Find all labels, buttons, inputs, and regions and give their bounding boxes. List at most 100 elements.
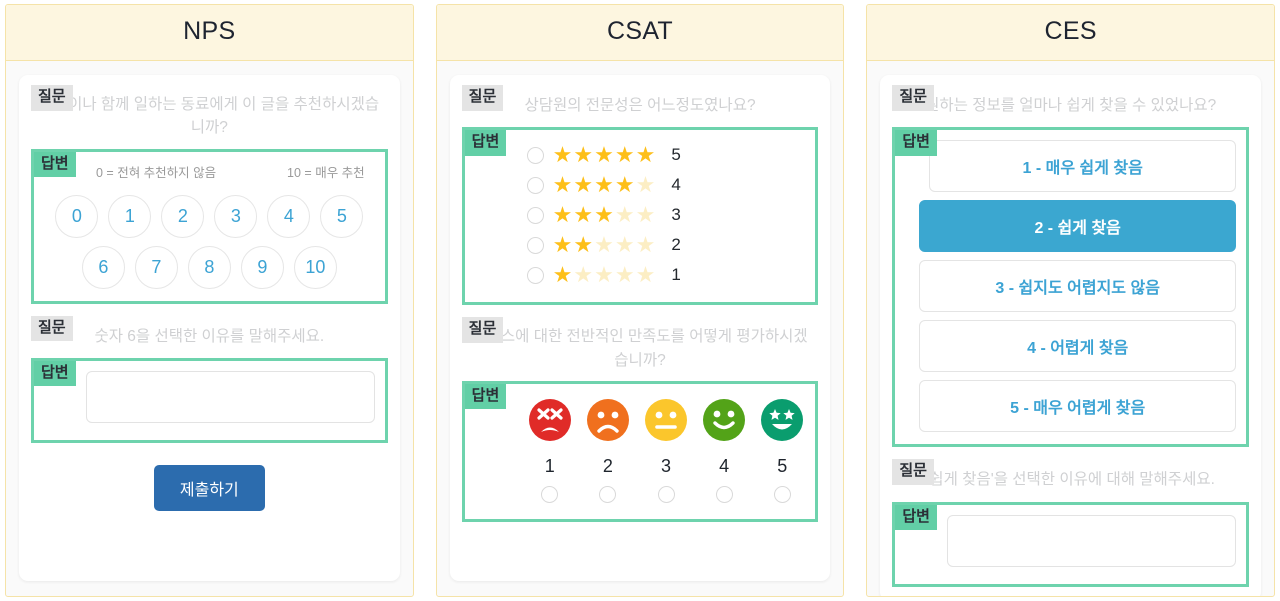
star-icon: ★ [552, 262, 573, 288]
emoji-option[interactable]: 3 [643, 398, 689, 503]
question-block-nps-2: 질문 숫자 6을 선택한 이유를 말해주세요. [31, 315, 388, 358]
star-icon: ★ [552, 202, 573, 228]
answer-badge: 답변 [895, 504, 937, 530]
nps-option-4[interactable]: 4 [267, 194, 311, 238]
radio-button[interactable] [773, 485, 791, 503]
nps-option-0[interactable]: 0 [55, 194, 99, 238]
star-icon: ★ [573, 262, 594, 288]
star-rating-row[interactable]: ★ ★ ★ ★ ★ 1 [526, 260, 806, 290]
star-icon: ★ [614, 172, 635, 198]
emoji-row: 1 2 3 4 5 [527, 398, 806, 503]
nps-option-9[interactable]: 9 [240, 245, 284, 289]
nps-option-10[interactable]: 10 [293, 245, 337, 289]
star-icon: ★ [635, 262, 656, 288]
question-block-csat-2: 질문 서비스에 대한 전반적인 만족도를 어떻게 평가하시겠습니까? [461, 317, 819, 381]
question-badge: 질문 [461, 317, 504, 343]
answer-block-ces-1: 답변 1 - 매우 쉽게 찾음 2 - 쉽게 찾음 3 - 쉽지도 어렵지도 않음 4… [892, 127, 1250, 448]
star-rating-row[interactable]: ★ ★ ★ ★ ★ 5 [526, 140, 806, 170]
nps-option-1[interactable]: 1 [108, 194, 152, 238]
star-rating-value: 3 [671, 205, 681, 225]
star-rating-row[interactable]: ★ ★ ★ ★ ★ 3 [526, 200, 806, 230]
panel-spacer [462, 522, 819, 567]
answer-block-nps-1: 답변 0 = 전혀 추천하지 않음 10 = 매우 추천 0 1 2 3 4 5… [31, 148, 388, 304]
survey-card-csat: CSAT 질문 상담원의 전문성은 어느정도였나요? 답변 ★ ★ ★ ★ ★ 5 ★ ★ ★ ★… [435, 4, 845, 597]
answer-badge: 답변 [34, 151, 76, 177]
star-icon: ★ [635, 172, 656, 198]
unhappy-face-icon[interactable] [586, 398, 630, 447]
card-body-csat: 질문 상담원의 전문성은 어느정도였나요? 답변 ★ ★ ★ ★ ★ 5 ★ ★ ★ ★ ★ 4 ★ ★ ★… [437, 61, 844, 596]
answer-badge: 답변 [464, 130, 507, 156]
radio-button[interactable] [541, 485, 559, 503]
panel-ces: 질문 원하는 정보를 얼마나 쉽게 찾을 수 있었나요? 답변 1 - 매우 쉽… [880, 75, 1262, 596]
question-text-csat-2: 서비스에 대한 전반적인 만족도를 어떻게 평가하시겠습니까? [472, 328, 808, 369]
radio-button[interactable] [715, 485, 733, 503]
ces-reason-textarea[interactable] [947, 514, 1237, 567]
ces-option-5[interactable]: 5 - 매우 어렵게 찾음 [919, 380, 1237, 433]
radio-button[interactable] [526, 176, 544, 194]
nps-option-8[interactable]: 8 [187, 245, 231, 289]
question-badge: 질문 [31, 85, 73, 111]
card-header-nps: NPS [6, 5, 413, 61]
star-rating-value: 1 [671, 265, 681, 285]
ces-option-1[interactable]: 1 - 매우 쉽게 찾음 [929, 140, 1237, 193]
radio-button[interactable] [526, 206, 544, 224]
happy-face-icon[interactable] [702, 398, 746, 442]
answer-block-ces-2: 답변 [892, 501, 1250, 587]
emoji-option[interactable]: 1 [527, 398, 573, 503]
star-icon: ★ [614, 142, 635, 168]
star-struck-face-icon[interactable] [760, 398, 804, 447]
nps-reason-textarea[interactable] [86, 370, 375, 423]
very-unhappy-face-icon[interactable] [528, 398, 572, 447]
star-icon: ★ [552, 172, 573, 198]
emoji-option[interactable]: 5 [759, 398, 805, 503]
star-icon: ★ [635, 232, 656, 258]
nps-scale-labels: 0 = 전혀 추천하지 않음 10 = 매우 추천 [44, 162, 375, 187]
answer-block-csat-2: 답변 1 2 3 4 5 [461, 380, 819, 522]
star-icon: ★ [635, 202, 656, 228]
radio-button[interactable] [526, 236, 544, 254]
star-icon: ★ [614, 262, 635, 288]
unhappy-face-icon[interactable] [586, 398, 630, 442]
emoji-option[interactable]: 2 [585, 398, 631, 503]
nps-scale-right-label: 10 = 매우 추천 [287, 165, 365, 180]
emoji-option-number: 2 [602, 455, 613, 476]
page-title-ces: CES [1044, 17, 1097, 45]
nps-option-2[interactable]: 2 [161, 194, 205, 238]
radio-button[interactable] [526, 266, 544, 284]
neutral-face-icon[interactable] [644, 398, 688, 442]
ces-option-list: 1 - 매우 쉽게 찾음 2 - 쉽게 찾음 3 - 쉽지도 어렵지도 않음 4 - … [905, 140, 1237, 433]
radio-button[interactable] [599, 485, 617, 503]
nps-option-7[interactable]: 7 [134, 245, 178, 289]
question-text-nps-2: 숫자 6을 선택한 이유를 말해주세요. [94, 327, 325, 345]
radio-button[interactable] [657, 485, 675, 503]
card-header-ces: CES [867, 5, 1275, 61]
star-rating-row[interactable]: ★ ★ ★ ★ ★ 2 [526, 230, 806, 260]
ces-option-3[interactable]: 3 - 쉽지도 어렵지도 않음 [919, 260, 1237, 313]
nps-option-5[interactable]: 5 [320, 194, 364, 238]
star-rating-group: ★ ★ ★ ★ ★ 5 ★ ★ ★ ★ ★ 4 ★ ★ ★ ★ ★ 3 ★ ★ ★ ★ ★ 2 ★ ★ ★ ★ ★ 1 [475, 138, 806, 292]
neutral-face-icon[interactable] [644, 398, 688, 447]
very-unhappy-face-icon[interactable] [528, 398, 572, 442]
nps-option-6[interactable]: 6 [81, 245, 125, 289]
star-icon: ★ [573, 232, 594, 258]
star-icon: ★ [594, 202, 614, 228]
star-group: ★ ★ ★ ★ ★ [553, 234, 656, 256]
emoji-option[interactable]: 4 [701, 398, 747, 503]
submit-button[interactable]: 제출하기 [153, 464, 265, 511]
question-block-ces-1: 질문 원하는 정보를 얼마나 쉽게 찾을 수 있었나요? [892, 85, 1249, 127]
star-rating-row[interactable]: ★ ★ ★ ★ ★ 4 [526, 170, 806, 200]
ces-option-2[interactable]: 2 - 쉽게 찾음 [919, 200, 1237, 253]
page-title-nps: NPS [183, 17, 236, 45]
panel-csat: 질문 상담원의 전문성은 어느정도였나요? 답변 ★ ★ ★ ★ ★ 5 ★ ★ ★ ★ ★ 4 ★ ★ ★… [449, 75, 831, 581]
star-icon: ★ [573, 172, 594, 198]
question-text-csat-1: 상담원의 전문성은 어느정도였나요? [524, 97, 756, 114]
nps-option-3[interactable]: 3 [214, 194, 258, 238]
star-struck-face-icon[interactable] [760, 398, 804, 442]
nps-scale-left-label: 0 = 전혀 추천하지 않음 [96, 165, 217, 180]
ces-option-4[interactable]: 4 - 어렵게 찾음 [919, 320, 1237, 373]
radio-button[interactable] [526, 146, 544, 164]
happy-face-icon[interactable] [702, 398, 746, 447]
answer-badge: 답변 [895, 130, 937, 156]
answer-badge: 답변 [464, 383, 507, 410]
star-icon: ★ [594, 142, 614, 168]
